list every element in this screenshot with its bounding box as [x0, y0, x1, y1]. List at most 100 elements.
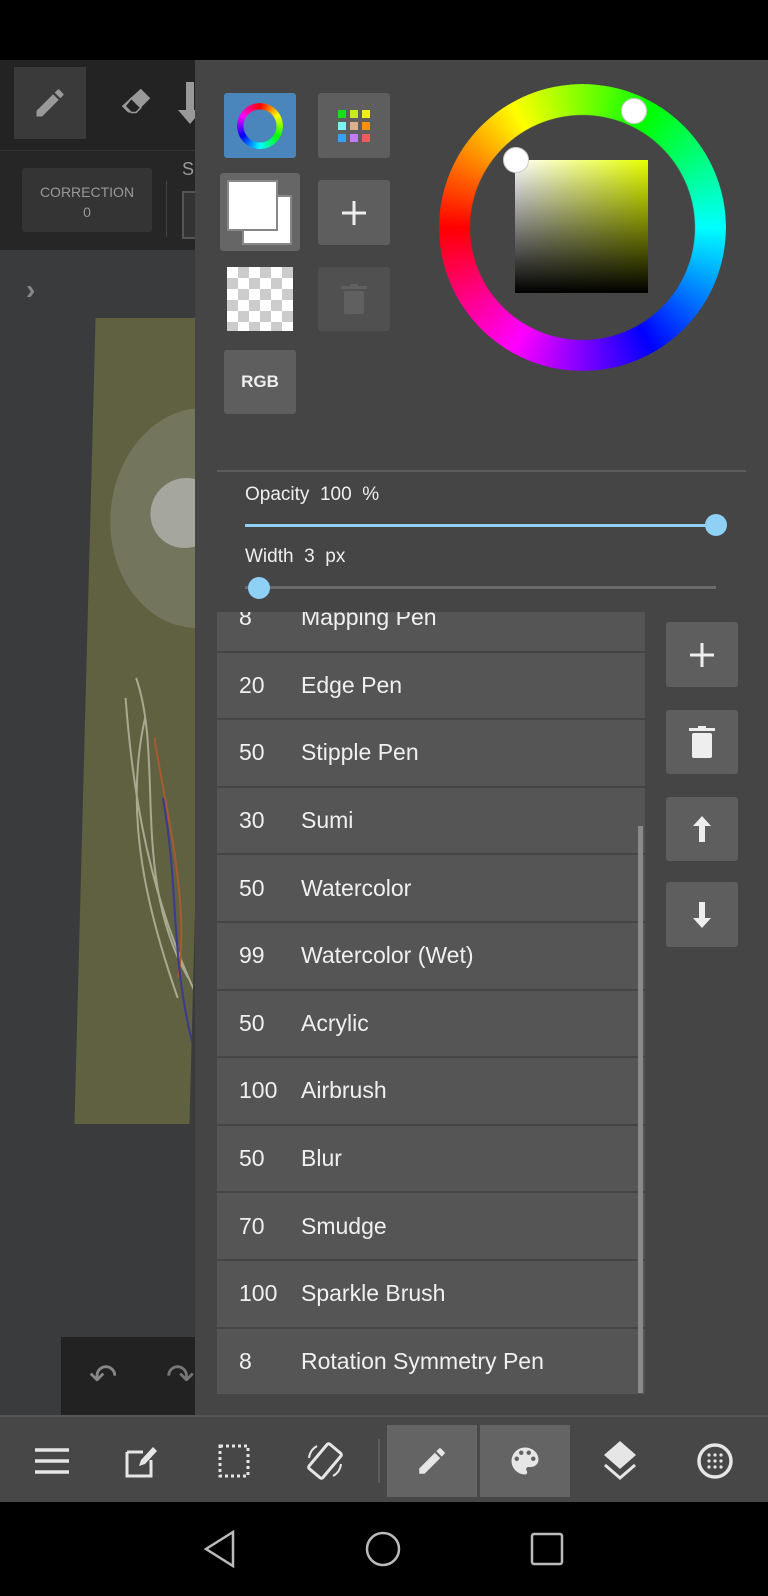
- opacity-slider[interactable]: [245, 524, 716, 527]
- brush-list-item[interactable]: 20 Edge Pen: [217, 652, 645, 721]
- brush-name: Watercolor (Wet): [301, 942, 474, 969]
- brush-size: 99: [239, 942, 265, 969]
- eraser-icon: [121, 88, 151, 114]
- brush-list-item[interactable]: 50 Watercolor: [217, 855, 645, 923]
- brush-name: Smudge: [301, 1212, 387, 1239]
- layers-button[interactable]: [575, 1425, 665, 1497]
- brush-size: 8: [239, 1347, 252, 1374]
- brush-size: 30: [239, 807, 265, 834]
- opacity-slider-thumb[interactable]: [705, 514, 727, 536]
- canvas-artwork[interactable]: [74, 318, 211, 1124]
- pencil-icon: [36, 89, 64, 117]
- swatch-grid-icon: [338, 109, 370, 142]
- arrow-up-icon: [693, 816, 711, 842]
- brush-name: Watercolor: [301, 874, 412, 901]
- current-color-button[interactable]: [220, 173, 300, 251]
- status-bar: [0, 0, 768, 60]
- layers-icon: [604, 1441, 636, 1480]
- width-slider[interactable]: [245, 586, 716, 589]
- rgb-mode-button[interactable]: RGB: [224, 350, 296, 414]
- delete-brush-button[interactable]: [666, 710, 738, 774]
- android-nav-bar: [0, 1502, 768, 1596]
- menu-button[interactable]: [7, 1425, 97, 1497]
- saturation-value-square[interactable]: [515, 160, 648, 293]
- width-slider-thumb[interactable]: [248, 577, 270, 599]
- redo-button[interactable]: ↷: [166, 1357, 195, 1397]
- saturation-handle[interactable]: [503, 147, 529, 173]
- brush-size: 50: [239, 874, 265, 901]
- color-wheel-mode-button[interactable]: [224, 93, 296, 158]
- brush-name: Stipple Pen: [301, 739, 419, 766]
- materials-button[interactable]: [670, 1425, 760, 1497]
- move-brush-up-button[interactable]: [666, 797, 738, 861]
- transparent-color-button[interactable]: [227, 267, 293, 331]
- bottom-toolbar: [0, 1415, 768, 1502]
- brush-size: 100: [239, 1280, 278, 1307]
- selection-button[interactable]: [189, 1425, 279, 1497]
- brush-list-item[interactable]: 8 Mapping Pen: [217, 612, 645, 653]
- brush-name: Edge Pen: [301, 671, 403, 698]
- move-brush-down-button[interactable]: [666, 882, 738, 947]
- brush-name: Mapping Pen: [301, 612, 437, 631]
- back-icon[interactable]: [203, 1530, 237, 1568]
- undo-bar: ↶ ↷: [61, 1337, 201, 1415]
- palette-icon: [511, 1447, 539, 1475]
- primary-color-swatch: [227, 180, 278, 231]
- plus-icon: [690, 642, 714, 667]
- correction-button[interactable]: CORRECTION 0: [22, 168, 152, 232]
- brush-name: Airbrush: [301, 1077, 387, 1104]
- trash-icon: [689, 726, 715, 758]
- hue-handle[interactable]: [621, 98, 647, 124]
- brush-list-item[interactable]: 30 Sumi: [217, 787, 645, 856]
- width-label: Width 3 px: [245, 546, 346, 567]
- brush-size: 50: [239, 1145, 265, 1172]
- brush-list-item[interactable]: 70 Smudge: [217, 1193, 645, 1261]
- brush-name: Sumi: [301, 807, 354, 834]
- selection-icon: [218, 1444, 250, 1478]
- brush-size: 70: [239, 1212, 265, 1239]
- eraser-tool-button[interactable]: [100, 67, 172, 139]
- brush-name: Sparkle Brush: [301, 1280, 446, 1307]
- brush-size: 8: [239, 612, 252, 631]
- rotate-icon: [307, 1442, 343, 1480]
- color-panel-tab[interactable]: [480, 1425, 570, 1497]
- brush-size: 100: [239, 1077, 278, 1104]
- partial-label: S: [182, 159, 195, 179]
- hamburger-menu-icon: [35, 1448, 69, 1474]
- tool-bar: [0, 60, 200, 150]
- add-brush-button[interactable]: [666, 622, 738, 687]
- brush-list-item[interactable]: 50 Acrylic: [217, 990, 645, 1059]
- arrow-down-icon: [693, 901, 711, 928]
- brush-name: Rotation Symmetry Pen: [301, 1347, 544, 1374]
- pencil-icon: [419, 1448, 445, 1474]
- opacity-label: Opacity 100 %: [245, 484, 380, 505]
- brush-size: 50: [239, 1009, 265, 1036]
- brush-list-item[interactable]: 50 Stipple Pen: [217, 720, 645, 788]
- brush-list-scrollbar[interactable]: [638, 826, 643, 1393]
- pen-tool-button[interactable]: [14, 67, 86, 139]
- trash-icon: [341, 284, 367, 314]
- home-icon[interactable]: [364, 1530, 402, 1568]
- divider: [217, 470, 746, 472]
- add-color-button[interactable]: [318, 180, 390, 245]
- plus-icon: [342, 200, 366, 225]
- brush-size: 50: [239, 739, 265, 766]
- edit-button[interactable]: [97, 1425, 187, 1497]
- expand-chevron-icon[interactable]: ›: [26, 274, 35, 306]
- undo-button[interactable]: ↶: [89, 1357, 118, 1397]
- palette-mode-button[interactable]: [318, 93, 390, 158]
- rotate-canvas-button[interactable]: [280, 1425, 370, 1497]
- brush-list-item[interactable]: 50 Blur: [217, 1125, 645, 1194]
- brush-list-item[interactable]: 100 Sparkle Brush: [217, 1260, 645, 1329]
- brush-list[interactable]: 8 Mapping Pen 20 Edge Pen 50 Stipple Pen 30 Sum…: [217, 612, 645, 1394]
- brush-list-item[interactable]: 99 Watercolor (Wet): [217, 922, 645, 991]
- brush-name: Acrylic: [301, 1009, 369, 1036]
- brush-size: 20: [239, 671, 265, 698]
- delete-color-button[interactable]: [318, 267, 390, 331]
- recents-icon[interactable]: [530, 1532, 564, 1566]
- brush-list-item[interactable]: 100 Airbrush: [217, 1058, 645, 1126]
- brush-list-item[interactable]: 8 Rotation Symmetry Pen: [217, 1328, 645, 1394]
- color-ring-icon: [237, 102, 283, 149]
- brush-name: Blur: [301, 1145, 342, 1172]
- brush-panel-tab[interactable]: [387, 1425, 477, 1497]
